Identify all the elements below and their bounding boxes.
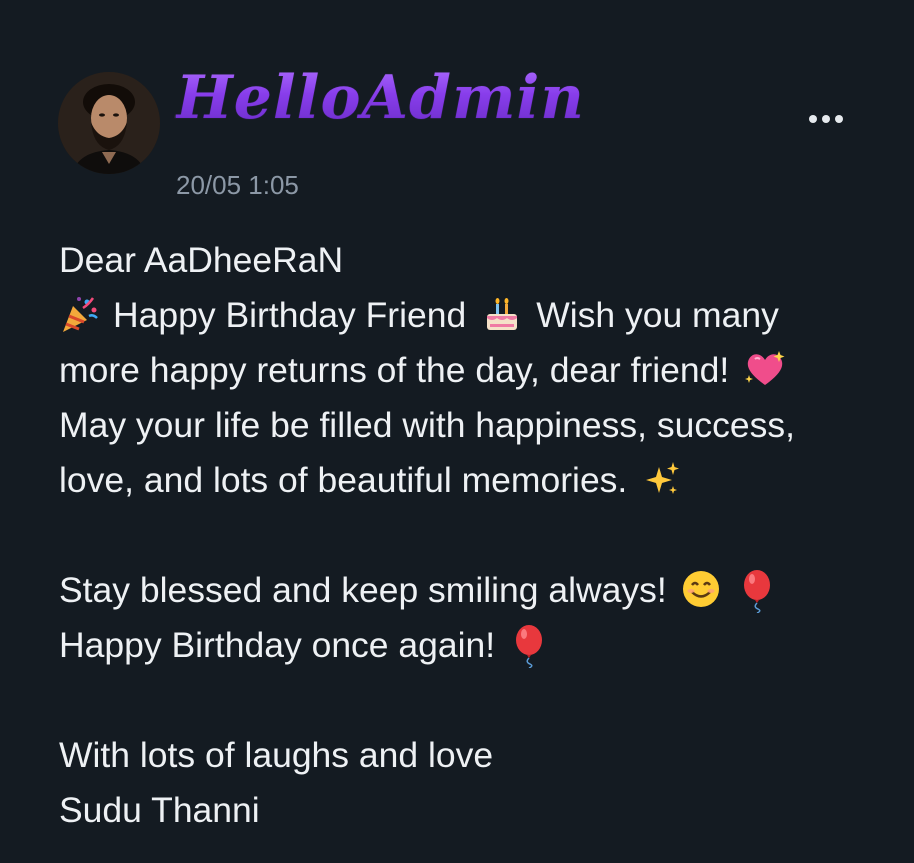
message-line: With lots of laughs and love [59,735,494,775]
more-options-button[interactable] [800,104,852,134]
post-timestamp: 20/05 1:05 [176,170,299,200]
message-text: Wish you many [536,295,779,335]
message-line: May your life be filled with happiness, … [59,405,795,445]
sparkling-heart-icon [743,349,785,389]
message-text: Happy Birthday Friend [113,295,467,335]
avatar[interactable] [58,72,160,174]
message-text: Stay blessed and keep smiling always! [59,570,667,610]
message-line: more happy returns of the day, dear frie… [59,343,899,398]
message-line: Happy Birthday once again! [59,618,899,673]
message-line: Stay blessed and keep smiling always! [59,563,899,618]
post-card: HelloAdmin 20/05 1:05 Dear AaDheeRaN Hap… [0,0,914,863]
username[interactable]: HelloAdmin [176,62,585,134]
party-popper-icon [59,294,99,334]
balloon-icon [737,569,777,613]
more-horizontal-icon [809,115,817,123]
message-text: Happy Birthday once again! [59,625,496,665]
message-line: love, and lots of beautiful memories. [59,453,899,508]
smiling-face-icon [681,569,721,609]
message-greeting: Dear AaDheeRaN [59,240,344,280]
message-text: love, and lots of beautiful memories. [59,460,628,500]
more-dot [822,115,830,123]
balloon-icon [509,624,549,668]
birthday-cake-icon [482,294,522,334]
more-dot [835,115,843,123]
message-line: Happy Birthday Friend Wish you many [59,288,899,343]
sparkles-icon [641,459,681,499]
message-text: more happy returns of the day, dear frie… [59,350,730,390]
message-body: Dear AaDheeRaN Happy Birthday Friend Wis… [59,233,899,838]
message-signature: Sudu Thanni [59,790,260,830]
